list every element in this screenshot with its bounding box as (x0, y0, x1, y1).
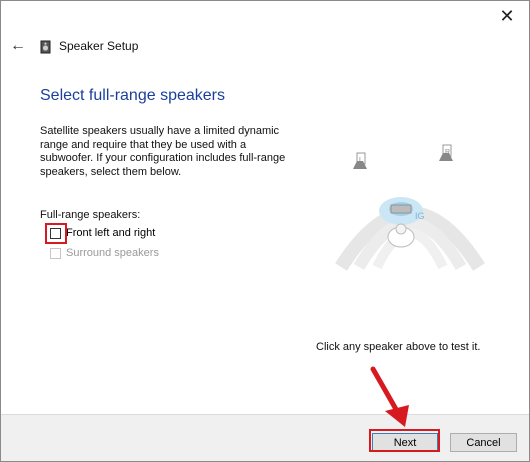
test-speaker-hint: Click any speaker above to test it. (316, 341, 481, 353)
full-range-label: Full-range speakers: (40, 209, 141, 221)
surround-label: Surround speakers (66, 247, 159, 259)
cancel-button[interactable]: Cancel (450, 433, 517, 452)
surround-checkbox (50, 247, 61, 259)
speaker-diagram: IG L R (335, 144, 485, 271)
red-arrow-annotation (370, 366, 409, 427)
page-description: Satellite speakers usually have a limite… (40, 125, 286, 178)
speaker-app-icon (40, 40, 51, 54)
right-speaker-icon[interactable]: R (439, 144, 453, 161)
front-left-right-label[interactable]: Front left and right (66, 227, 155, 239)
surround-option: Surround speakers (50, 247, 159, 259)
close-button[interactable]: ✕ (485, 1, 529, 31)
back-button[interactable]: ← (7, 35, 29, 57)
dialog-footer: Next Cancel (1, 414, 529, 461)
close-icon[interactable]: ✕ (499, 6, 514, 27)
back-arrow-icon[interactable]: ← (10, 37, 26, 55)
page-title: Select full-range speakers (40, 87, 225, 104)
title-bar: ← Speaker Setup (1, 31, 529, 63)
next-highlight-annotation (369, 429, 440, 452)
window-title: Speaker Setup (59, 39, 139, 53)
svg-text:IG: IG (415, 211, 425, 221)
speaker-setup-window: ✕ ← Speaker Setup Select full-range spea… (0, 0, 530, 462)
checkbox-highlight-annotation (45, 223, 67, 244)
left-speaker-icon[interactable]: L (353, 152, 367, 169)
